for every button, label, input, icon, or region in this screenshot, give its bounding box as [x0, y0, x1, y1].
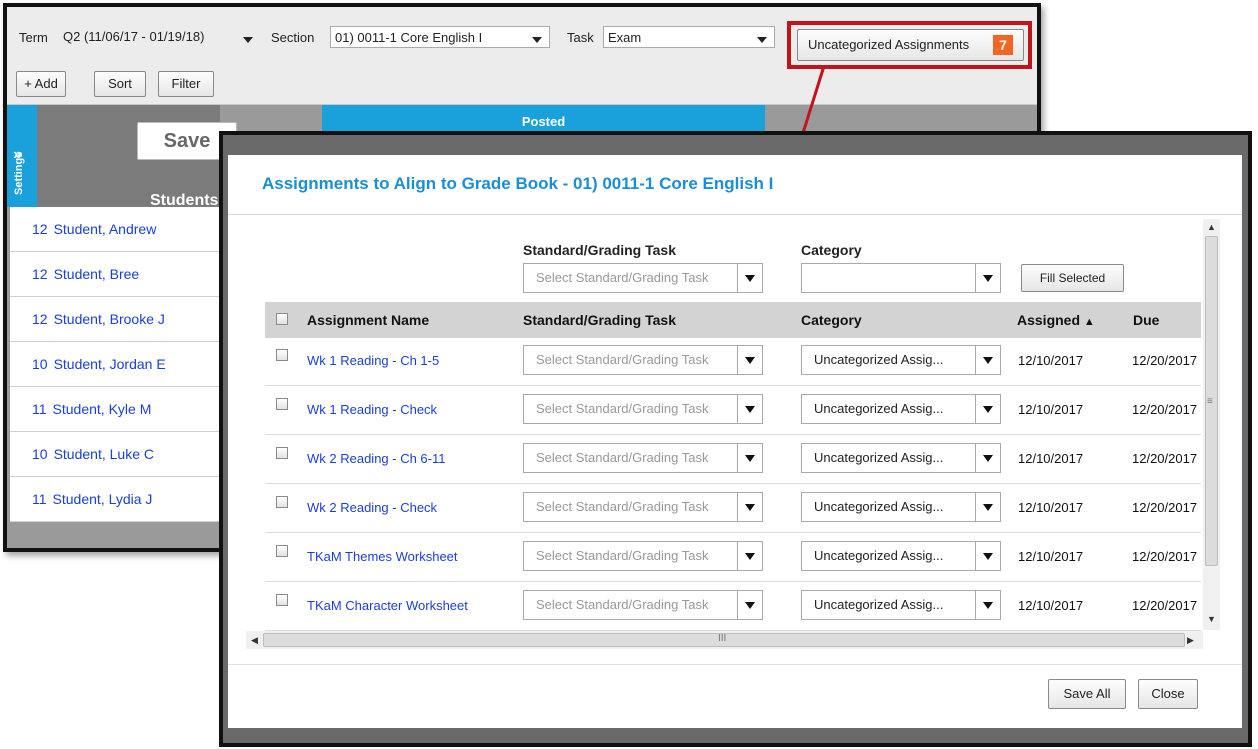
save-all-button[interactable]: Save All	[1048, 679, 1126, 709]
standard-task-select[interactable]: Select Standard/Grading Task	[523, 492, 763, 522]
assigned-date: 12/10/2017	[1018, 402, 1084, 417]
category-value: Uncategorized Assig...	[814, 499, 944, 514]
assignment-name-link[interactable]: Wk 1 Reading - Ch 1-5	[307, 353, 439, 368]
category-value: Uncategorized Assig...	[814, 450, 944, 465]
chevron-down-icon[interactable]	[737, 542, 762, 570]
category-select[interactable]: Uncategorized Assig...	[801, 443, 1001, 473]
due-date: 12/20/2017	[1132, 402, 1198, 417]
assigned-date: 12/10/2017	[1018, 451, 1084, 466]
assignment-name-link[interactable]: Wk 1 Reading - Check	[307, 402, 437, 417]
chevron-down-icon[interactable]	[975, 444, 1000, 472]
filter-task-placeholder: Select Standard/Grading Task	[536, 270, 709, 285]
standard-task-value: Select Standard/Grading Task	[536, 548, 709, 563]
row-checkbox[interactable]	[276, 496, 288, 508]
standard-task-value: Select Standard/Grading Task	[536, 597, 709, 612]
modal-title: Assignments to Align to Grade Book - 01)…	[262, 174, 774, 193]
modal-divider	[228, 214, 1242, 215]
row-checkbox[interactable]	[276, 398, 288, 410]
due-date: 12/20/2017	[1132, 598, 1198, 613]
due-date: 12/20/2017	[1132, 549, 1198, 564]
chevron-down-icon[interactable]	[737, 395, 762, 423]
column-header-due[interactable]: Due	[1133, 312, 1159, 328]
filter-task-select[interactable]: Select Standard/Grading Task	[523, 263, 763, 293]
category-select[interactable]: Uncategorized Assig...	[801, 492, 1001, 522]
chevron-down-icon[interactable]	[737, 591, 762, 619]
scroll-right-icon[interactable]: ▶	[1187, 635, 1194, 646]
standard-task-select[interactable]: Select Standard/Grading Task	[523, 345, 763, 375]
sort-ascending-icon: ▲	[1083, 316, 1095, 328]
standard-task-value: Select Standard/Grading Task	[536, 450, 709, 465]
assigned-header-label: Assigned	[1017, 312, 1081, 328]
assignment-name-link[interactable]: TKaM Character Worksheet	[307, 598, 468, 613]
chevron-down-icon[interactable]	[975, 346, 1000, 374]
row-checkbox[interactable]	[276, 594, 288, 606]
filter-category-label: Category	[801, 242, 862, 258]
chevron-down-icon[interactable]	[975, 542, 1000, 570]
row-checkbox[interactable]	[276, 349, 288, 361]
filter-task-label: Standard/Grading Task	[523, 242, 676, 258]
fill-selected-button[interactable]: Fill Selected	[1021, 264, 1124, 292]
category-value: Uncategorized Assig...	[814, 548, 944, 563]
standard-task-value: Select Standard/Grading Task	[536, 401, 709, 416]
chevron-down-icon[interactable]	[975, 264, 1000, 292]
scroll-left-icon[interactable]: ◀	[251, 635, 258, 646]
scroll-down-icon[interactable]: ▼	[1207, 614, 1216, 624]
chevron-down-icon[interactable]	[737, 346, 762, 374]
category-value: Uncategorized Assig...	[814, 597, 944, 612]
assignment-name-link[interactable]: Wk 2 Reading - Check	[307, 500, 437, 515]
chevron-down-icon[interactable]	[737, 444, 762, 472]
chevron-down-icon[interactable]	[737, 493, 762, 521]
standard-task-value: Select Standard/Grading Task	[536, 499, 709, 514]
filter-category-select[interactable]	[801, 263, 1001, 293]
standard-task-select[interactable]: Select Standard/Grading Task	[523, 394, 763, 424]
category-select[interactable]: Uncategorized Assig...	[801, 394, 1001, 424]
column-header-standard-task[interactable]: Standard/Grading Task	[523, 312, 676, 328]
chevron-down-icon[interactable]	[975, 493, 1000, 521]
column-header-assignment-name[interactable]: Assignment Name	[307, 312, 429, 328]
assignment-name-link[interactable]: TKaM Themes Worksheet	[307, 549, 458, 564]
standard-task-select[interactable]: Select Standard/Grading Task	[523, 590, 763, 620]
row-checkbox[interactable]	[276, 447, 288, 459]
chevron-down-icon[interactable]	[975, 591, 1000, 619]
assigned-date: 12/10/2017	[1018, 549, 1084, 564]
assignment-name-link[interactable]: Wk 2 Reading - Ch 6-11	[307, 451, 446, 466]
grip-icon: ≡	[1207, 396, 1213, 407]
chevron-down-icon[interactable]	[975, 395, 1000, 423]
category-value: Uncategorized Assig...	[814, 352, 944, 367]
standard-task-select[interactable]: Select Standard/Grading Task	[523, 541, 763, 571]
due-date: 12/20/2017	[1132, 500, 1198, 515]
grip-icon: III	[718, 633, 727, 644]
category-select[interactable]: Uncategorized Assig...	[801, 345, 1001, 375]
due-date: 12/20/2017	[1132, 353, 1198, 368]
select-all-checkbox[interactable]	[276, 313, 288, 325]
assigned-date: 12/10/2017	[1018, 598, 1084, 613]
assigned-date: 12/10/2017	[1018, 353, 1084, 368]
chevron-down-icon[interactable]	[737, 264, 762, 292]
category-select[interactable]: Uncategorized Assig...	[801, 541, 1001, 571]
row-checkbox[interactable]	[276, 545, 288, 557]
due-date: 12/20/2017	[1132, 451, 1198, 466]
category-value: Uncategorized Assig...	[814, 401, 944, 416]
assigned-date: 12/10/2017	[1018, 500, 1084, 515]
modal-footer-divider	[228, 664, 1242, 665]
category-select[interactable]: Uncategorized Assig...	[801, 590, 1001, 620]
standard-task-select[interactable]: Select Standard/Grading Task	[523, 443, 763, 473]
column-header-assigned[interactable]: Assigned ▲	[1017, 312, 1095, 328]
column-header-category[interactable]: Category	[801, 312, 862, 328]
scroll-up-icon[interactable]: ▲	[1207, 222, 1216, 232]
standard-task-value: Select Standard/Grading Task	[536, 352, 709, 367]
close-button[interactable]: Close	[1138, 679, 1198, 709]
